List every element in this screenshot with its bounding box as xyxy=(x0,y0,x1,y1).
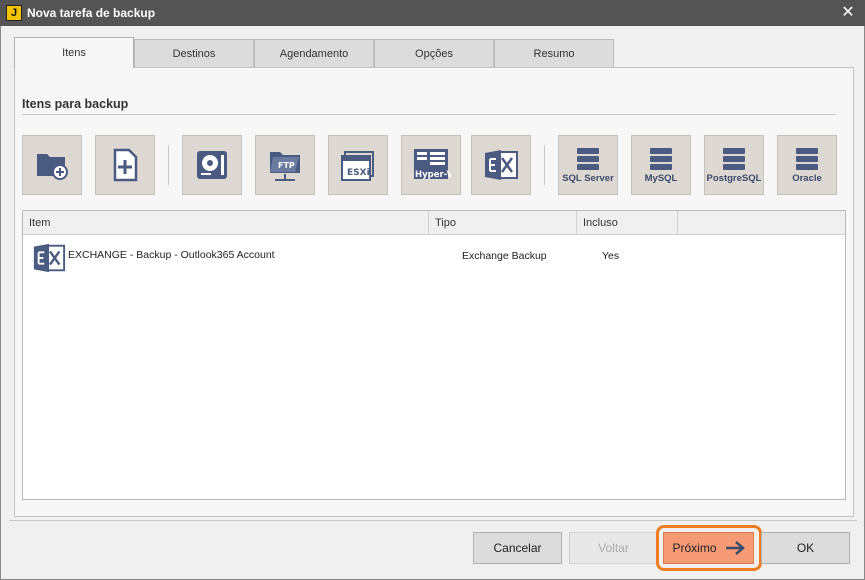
disk-image-icon xyxy=(193,147,231,183)
column-header-incluso[interactable]: Incluso xyxy=(577,211,678,235)
row-item-name: EXCHANGE - Backup - Outlook365 Account xyxy=(68,249,275,261)
row-incluso: Yes xyxy=(602,250,620,262)
file-add-icon xyxy=(109,147,141,183)
tab-destinos[interactable]: Destinos xyxy=(134,39,254,68)
next-button-label: Próximo xyxy=(672,541,717,555)
section-title: Itens para backup xyxy=(22,97,129,111)
esxi-icon: ESXi xyxy=(339,148,377,182)
postgresql-label: PostgreSQL xyxy=(706,172,762,184)
item-type-toolbar: FTP ESXi Hyper-V SQL Server MySQL Postgr… xyxy=(22,135,842,195)
ftp-button[interactable]: FTP xyxy=(255,135,315,195)
row-tipo: Exchange Backup xyxy=(462,250,547,262)
postgresql-button[interactable]: PostgreSQL xyxy=(704,135,764,195)
tab-resumo[interactable]: Resumo xyxy=(494,39,614,68)
disk-image-button[interactable] xyxy=(182,135,242,195)
ok-button[interactable]: OK xyxy=(761,532,850,564)
toolbar-separator xyxy=(544,145,545,185)
sql-server-icon xyxy=(575,147,601,171)
ftp-folder-icon: FTP xyxy=(265,147,305,183)
column-header-tipo[interactable]: Tipo xyxy=(429,211,577,235)
tab-itens[interactable]: Itens xyxy=(14,37,134,68)
table-row[interactable]: EXCHANGE - Backup - Outlook365 Account E… xyxy=(23,239,845,275)
close-button[interactable]: ✕ xyxy=(839,4,857,22)
add-folder-button[interactable] xyxy=(22,135,82,195)
sql-server-button[interactable]: SQL Server xyxy=(558,135,618,195)
column-header-item[interactable]: Item xyxy=(23,211,429,235)
section-divider xyxy=(22,114,836,115)
dialog-body: Itens Destinos Agendamento Opções Resumo… xyxy=(0,26,865,580)
oracle-icon xyxy=(794,147,820,171)
svg-text:ESXi: ESXi xyxy=(347,168,370,178)
window-title: Nova tarefa de backup xyxy=(27,6,156,20)
sql-server-label: SQL Server xyxy=(562,172,614,184)
folder-add-icon xyxy=(34,148,70,182)
oracle-button[interactable]: Oracle xyxy=(777,135,837,195)
cancel-button[interactable]: Cancelar xyxy=(473,532,562,564)
hyper-v-icon: Hyper-V xyxy=(411,147,451,183)
back-button[interactable]: Voltar xyxy=(569,532,658,564)
tab-agendamento[interactable]: Agendamento xyxy=(254,39,374,68)
svg-text:FTP: FTP xyxy=(278,161,295,170)
exchange-icon xyxy=(31,241,67,278)
hyper-v-button[interactable]: Hyper-V xyxy=(401,135,461,195)
add-file-button[interactable] xyxy=(95,135,155,195)
mysql-button[interactable]: MySQL xyxy=(631,135,691,195)
mysql-label: MySQL xyxy=(644,172,678,184)
title-bar: J Nova tarefa de backup ✕ xyxy=(0,0,865,26)
exchange-button[interactable] xyxy=(471,135,531,195)
tab-strip: Itens Destinos Agendamento Opções Resumo xyxy=(14,37,614,68)
svg-text:Hyper-V: Hyper-V xyxy=(415,170,451,180)
tab-panel-itens: Itens para backup FTP ESXi Hyper-V SQL S… xyxy=(14,67,854,517)
next-button[interactable]: Próximo xyxy=(663,532,754,564)
backup-items-table: Item Tipo Incluso EXCHANGE - Backup - Ou… xyxy=(22,210,846,500)
footer-divider xyxy=(9,520,857,521)
mysql-icon xyxy=(648,147,674,171)
arrow-right-icon xyxy=(725,541,745,555)
esxi-button[interactable]: ESXi xyxy=(328,135,388,195)
table-header: Item Tipo Incluso xyxy=(23,211,845,235)
tab-opcoes[interactable]: Opções xyxy=(374,39,494,68)
exchange-icon xyxy=(482,147,520,183)
oracle-label: Oracle xyxy=(792,172,822,184)
app-icon: J xyxy=(6,5,22,21)
toolbar-separator xyxy=(168,145,169,185)
postgresql-icon xyxy=(721,147,747,171)
